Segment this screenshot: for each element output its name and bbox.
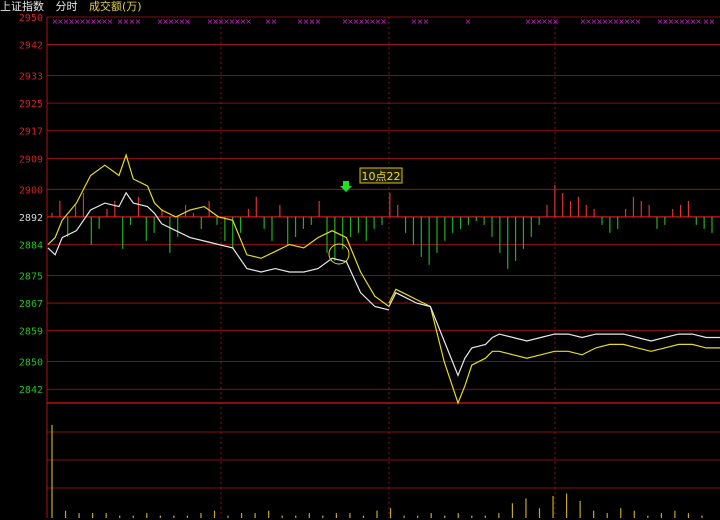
- event-marker: ×: [107, 17, 114, 26]
- price-line-afternoon: [388, 291, 720, 378]
- y-tick-label: 2884: [19, 240, 43, 251]
- y-tick-label: 2917: [19, 127, 43, 138]
- event-marker: ×: [635, 17, 642, 26]
- event-marker: ×: [315, 17, 322, 26]
- y-tick-label: 2850: [19, 358, 43, 369]
- intraday-chart[interactable]: 2950 2942 2933 2925 2917 2909 2900 2892 2884 2875…: [0, 0, 720, 520]
- cursor-overlay: 10点22: [328, 167, 403, 265]
- y-tick-label: 2942: [19, 41, 43, 52]
- time-tooltip: 10点22: [362, 170, 401, 183]
- y-tick-label: 2900: [19, 185, 43, 196]
- price-lines: [47, 152, 720, 405]
- event-marker: ×: [271, 17, 278, 26]
- average-line-afternoon: [388, 288, 720, 405]
- y-tick-label: 2892: [19, 213, 43, 224]
- y-tick-label: 2842: [19, 385, 43, 396]
- deviation-bars: [51, 184, 713, 269]
- price-line-morning: [47, 191, 390, 311]
- event-marker: ×: [423, 17, 430, 26]
- y-tick-label: 2875: [19, 271, 43, 282]
- volume-bars: [51, 424, 703, 518]
- y-axis-labels: 2950 2942 2933 2925 2917 2909 2900 2892 2884 2875…: [19, 13, 43, 396]
- event-markers: ××××××××××× × × × × ×××××× ×××××××× × × × × × × ×××××…: [52, 17, 716, 26]
- event-marker: ×: [465, 17, 472, 26]
- event-marker: ×: [135, 17, 142, 26]
- event-marker: ×: [380, 17, 387, 26]
- y-tick-label: 2867: [19, 299, 43, 310]
- y-tick-label: 2933: [19, 72, 43, 83]
- event-marker: ×: [709, 17, 716, 26]
- cursor-circle: [328, 243, 350, 265]
- y-tick-label: 2950: [19, 13, 43, 24]
- arrow-down-icon: [340, 181, 352, 192]
- grid: [46, 16, 720, 518]
- y-tick-label: 2925: [19, 99, 43, 110]
- y-tick-label: 2909: [19, 154, 43, 165]
- event-marker: ×: [184, 17, 191, 26]
- y-tick-label: 2859: [19, 327, 43, 338]
- event-marker: ×: [695, 17, 702, 26]
- average-line-morning: [47, 152, 390, 307]
- event-marker: ×: [552, 17, 559, 26]
- event-marker: ×: [245, 17, 252, 26]
